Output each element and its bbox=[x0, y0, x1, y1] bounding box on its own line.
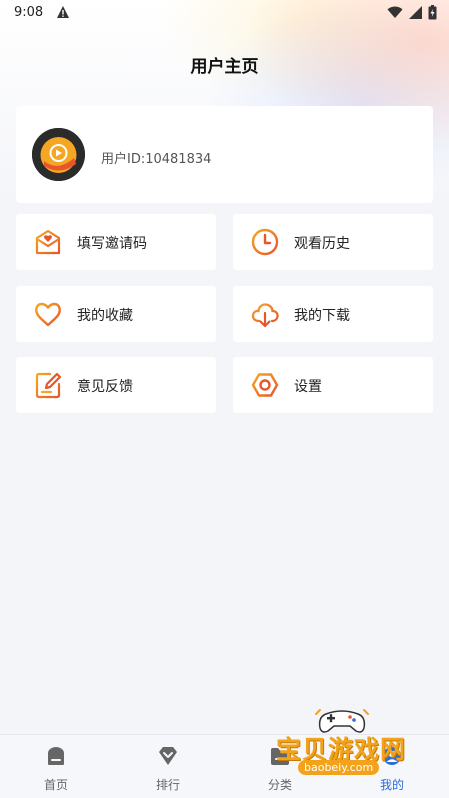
tab-ranking[interactable]: 排行 bbox=[112, 735, 224, 798]
profile-card[interactable]: 用户ID:10481834 bbox=[16, 106, 433, 203]
warning-icon bbox=[57, 6, 69, 18]
tab-home[interactable]: 首页 bbox=[0, 735, 112, 798]
edit-note-icon bbox=[35, 372, 62, 399]
ranking-icon bbox=[159, 747, 177, 765]
page-title: 用户主页 bbox=[190, 57, 259, 77]
signal-icon bbox=[409, 6, 422, 19]
hexagon-gear-icon bbox=[251, 373, 279, 397]
user-id: 用户ID:10481834 bbox=[101, 152, 212, 167]
app-logo-icon bbox=[32, 128, 85, 181]
invite-code-button[interactable]: 填写邀请码 bbox=[16, 214, 216, 270]
feedback-button[interactable]: 意见反馈 bbox=[16, 357, 216, 413]
settings-button[interactable]: 设置 bbox=[233, 357, 433, 413]
favorites-button[interactable]: 我的收藏 bbox=[16, 286, 216, 342]
clock-icon bbox=[251, 228, 279, 256]
settings-label: 设置 bbox=[294, 379, 322, 395]
battery-icon bbox=[428, 5, 437, 20]
cloud-download-icon bbox=[251, 303, 279, 328]
watermark-url: baobeiy.com bbox=[298, 760, 380, 775]
feedback-label: 意见反馈 bbox=[77, 379, 133, 395]
tab-ranking-label: 排行 bbox=[155, 778, 180, 792]
downloads-label: 我的下载 bbox=[294, 308, 350, 324]
avatar[interactable] bbox=[32, 128, 85, 181]
downloads-button[interactable]: 我的下载 bbox=[233, 286, 433, 342]
watch-history-button[interactable]: 观看历史 bbox=[233, 214, 433, 270]
status-icons bbox=[387, 5, 437, 20]
home-icon bbox=[48, 747, 64, 765]
mail-heart-icon bbox=[35, 229, 61, 255]
invite-code-label: 填写邀请码 bbox=[77, 236, 147, 252]
watermark-logo: 宝贝游戏网 baobeiy.com bbox=[268, 704, 418, 780]
favorites-label: 我的收藏 bbox=[77, 308, 133, 324]
heart-icon bbox=[35, 302, 61, 327]
watch-history-label: 观看历史 bbox=[294, 236, 350, 252]
status-time: 9:08 bbox=[14, 5, 44, 20]
tab-home-label: 首页 bbox=[43, 778, 68, 792]
status-bar: 9:08 bbox=[0, 0, 449, 26]
wifi-icon bbox=[387, 6, 403, 18]
